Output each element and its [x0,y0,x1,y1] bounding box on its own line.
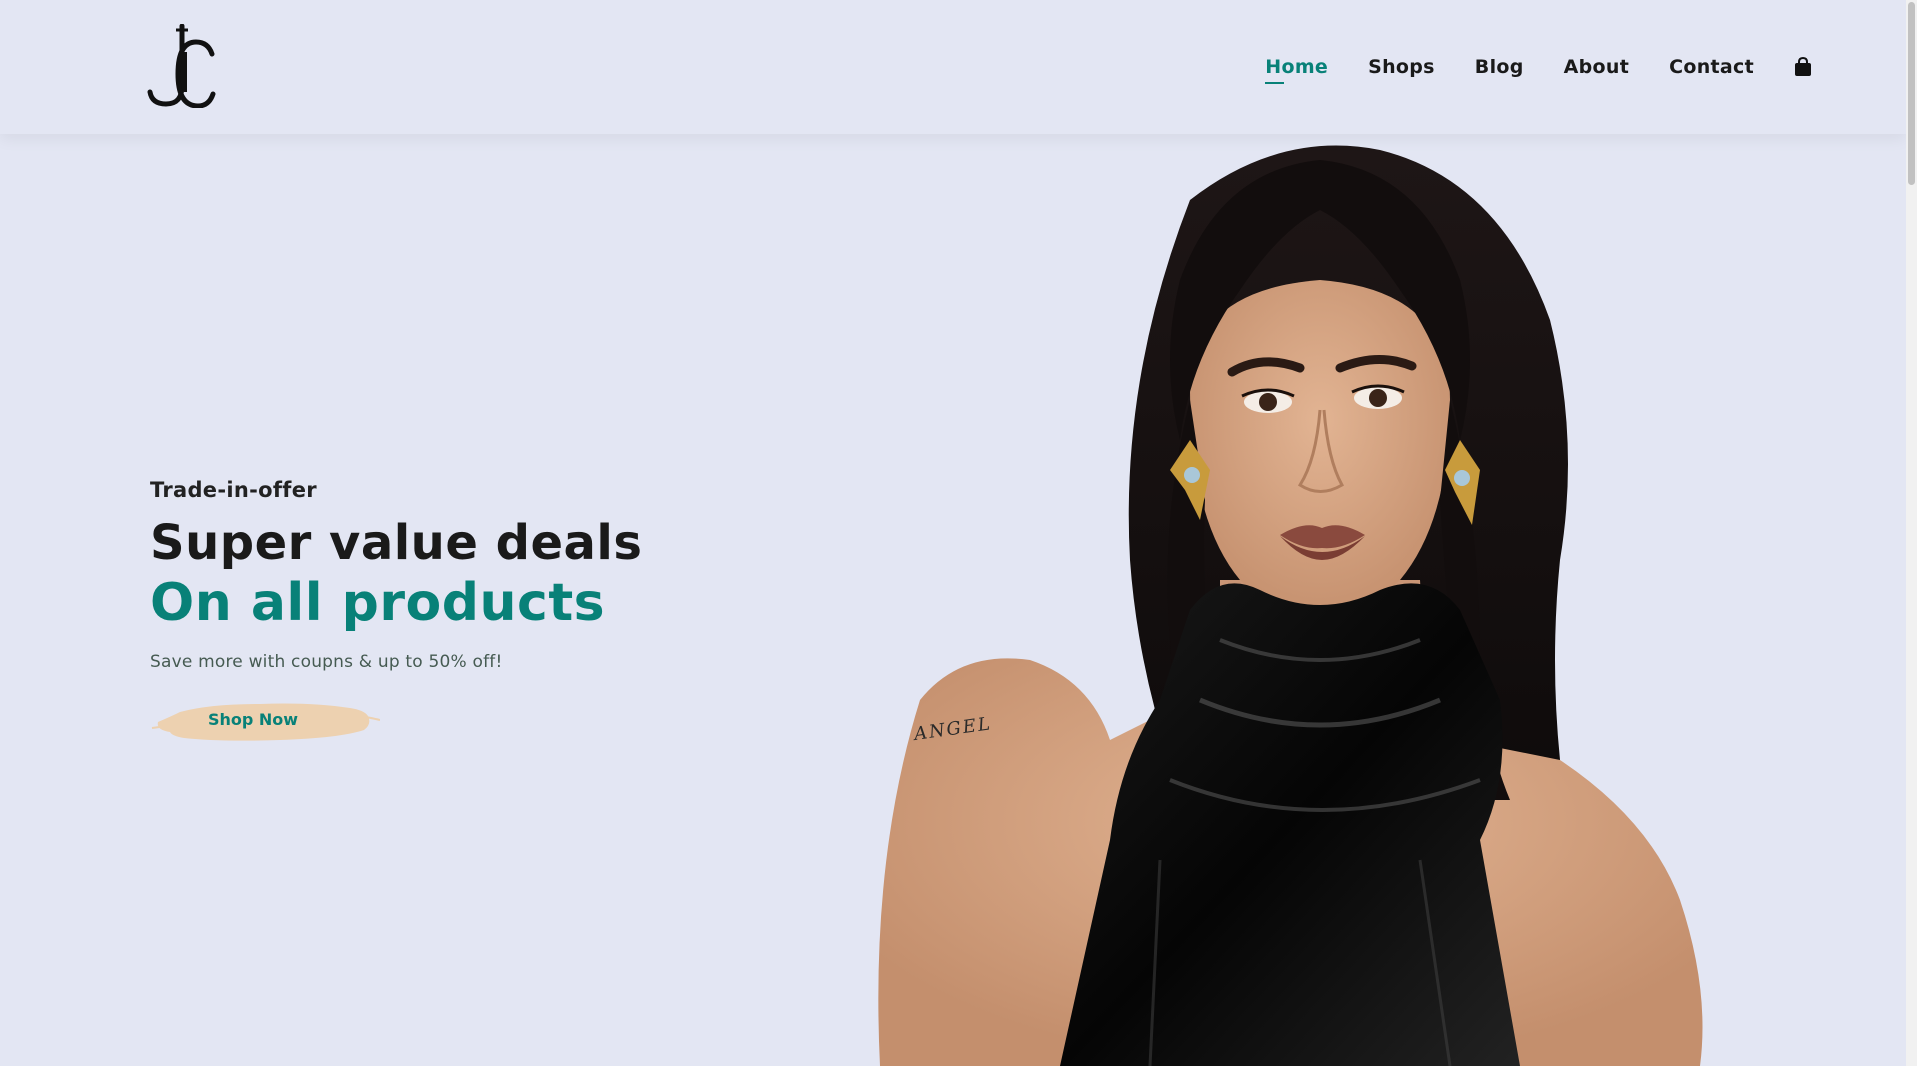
hero-subtitle: Save more with coupns & up to 50% off! [150,652,503,672]
hero-kicker: Trade-in-offer [150,478,317,502]
main-nav: Home Shops Blog About Contact [1225,0,1812,134]
nav-blog[interactable]: Blog [1475,56,1524,78]
nav-about[interactable]: About [1564,56,1629,78]
nav-contact[interactable]: Contact [1669,56,1754,78]
hero-title-accent: On all products [150,573,606,633]
hero-model-photo: ANGEL [878,145,1703,1066]
shop-now-label: Shop Now [207,710,299,729]
nav-home[interactable]: Home [1265,56,1328,84]
jc-monogram-logo[interactable] [146,24,216,108]
landing-page: Home Shops Blog About Contact Trade-in-o… [0,0,1917,1066]
hero-section: Trade-in-offer Super value deals On all … [150,478,850,748]
shopping-bag-icon [1795,56,1811,76]
scrollbar-thumb[interactable] [1908,2,1915,185]
nav-shops[interactable]: Shops [1368,56,1435,78]
shop-now-button[interactable]: Shop Now [150,692,380,748]
page-scrollbar[interactable] [1906,0,1917,1066]
hero-title: Super value deals [150,515,643,571]
site-header: Home Shops Blog About Contact [0,0,1906,134]
cart-button[interactable] [1794,56,1812,77]
